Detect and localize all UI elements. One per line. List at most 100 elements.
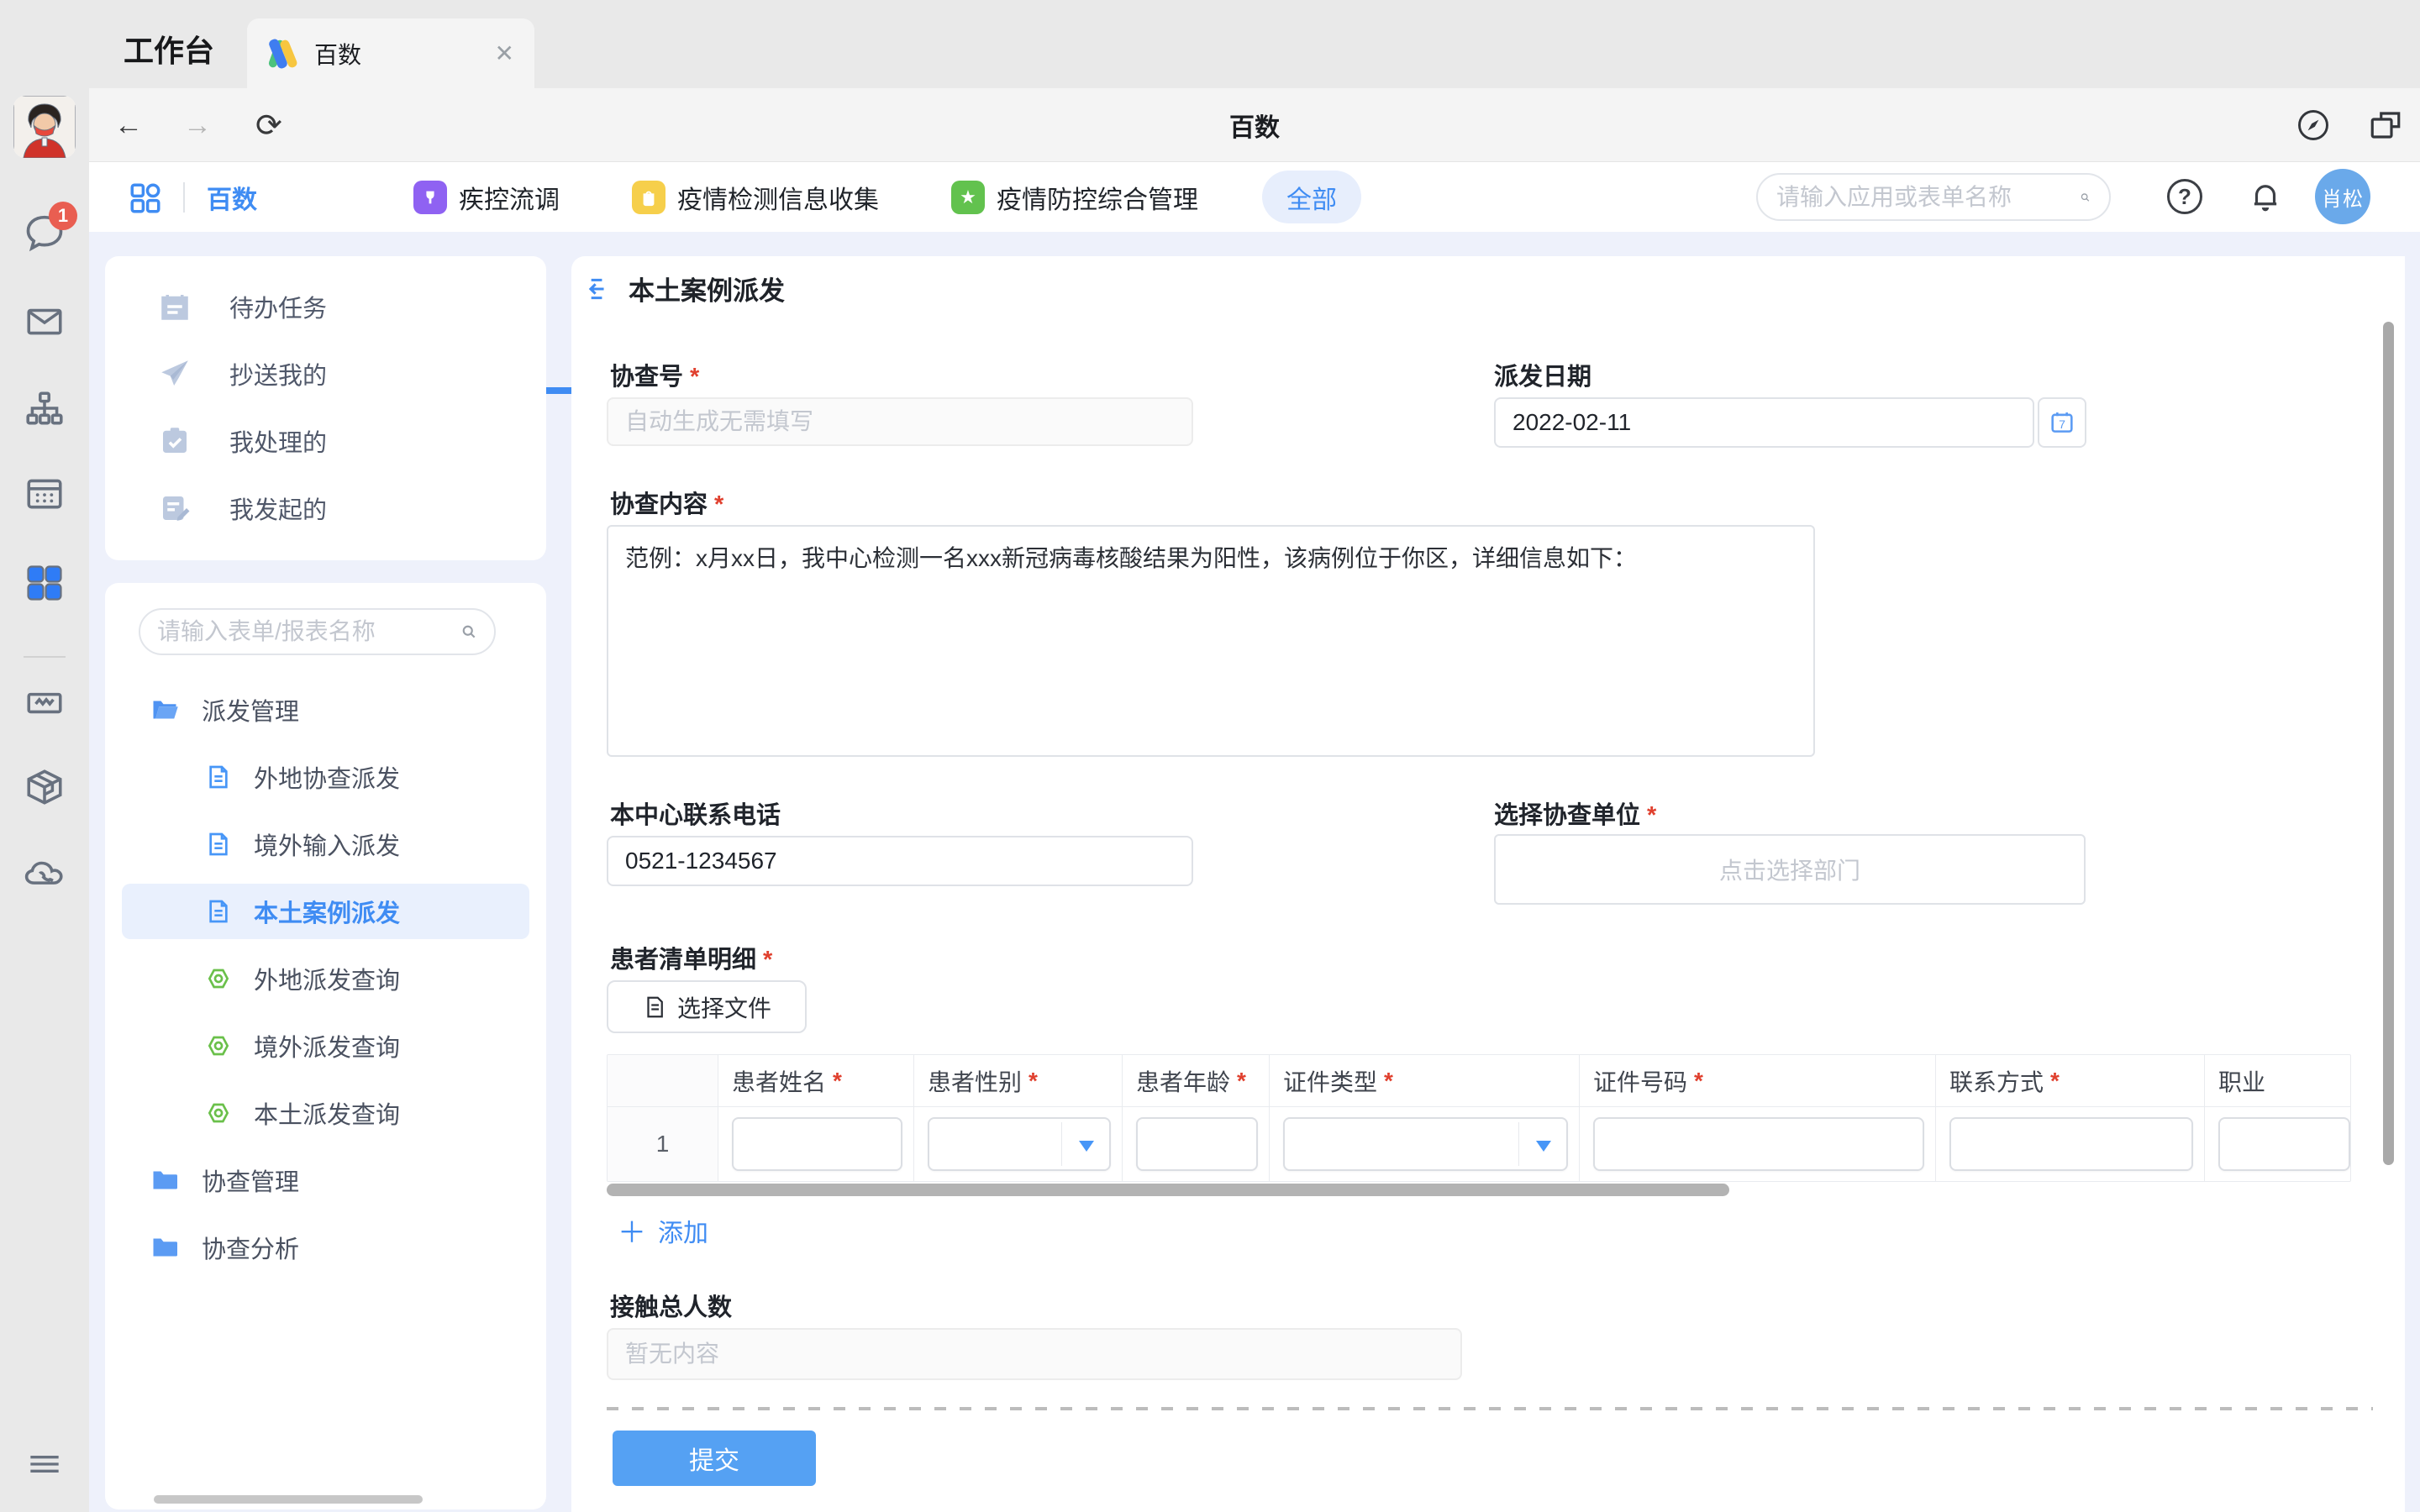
liudiao-app-icon — [413, 181, 447, 214]
app-rail: 1 — [0, 0, 89, 1512]
org-chart-icon[interactable] — [0, 388, 89, 430]
tree-folder-xiecha-mgmt[interactable]: 协查管理 — [122, 1152, 529, 1208]
label-assist-no: 协查号* — [610, 357, 699, 392]
table-horizontal-scrollbar[interactable] — [607, 1184, 1729, 1196]
label-dispatch-date: 派发日期 — [1494, 357, 1591, 392]
form-doc-icon — [205, 831, 232, 858]
todo-calendar-icon — [157, 289, 192, 324]
patient-age-input[interactable] — [1136, 1117, 1258, 1171]
assist-content-textarea[interactable]: 范例：x月xx日，我中心检测一名xxx新冠病毒核酸结果为阳性，该病例位于你区，详… — [607, 525, 1815, 757]
folder-icon — [150, 1165, 180, 1195]
contact-input[interactable] — [1949, 1117, 2193, 1171]
app-nav-row: 百数 疾控流调 疫情检测信息收集 ★ 疫情防控综合管理 全部 ? 肖松 — [89, 162, 2420, 232]
plus-icon: ＋ — [618, 1210, 646, 1251]
tree-folder-paifa[interactable]: 派发管理 — [122, 682, 529, 738]
explore-compass-icon[interactable] — [2295, 88, 2332, 162]
quick-item-label: 待办任务 — [229, 289, 327, 324]
notification-bell-icon[interactable] — [2246, 177, 2285, 216]
browser-toolbar: ← → ⟳ 百数 — [89, 88, 2420, 162]
quick-item-initiated[interactable]: 我发起的 — [105, 475, 546, 542]
dropdown-caret-icon — [1536, 1141, 1551, 1152]
popout-window-icon[interactable] — [2368, 88, 2403, 162]
tab-title: 百数 — [314, 37, 495, 71]
choose-file-button[interactable]: 选择文件 — [607, 980, 807, 1033]
help-icon[interactable]: ? — [2165, 177, 2204, 216]
label-center-phone: 本中心联系电话 — [610, 795, 781, 831]
hamburger-menu-icon[interactable] — [0, 1443, 89, 1485]
calendar-app-icon[interactable] — [0, 472, 89, 514]
assist-unit-picker[interactable]: 点击选择部门 — [1494, 834, 2086, 905]
patient-table-row: 1 — [608, 1107, 2350, 1181]
dispatch-date-input[interactable] — [1494, 397, 2034, 448]
tree-item-waidi-query[interactable]: 外地派发查询 — [122, 951, 529, 1006]
tree-search[interactable] — [139, 608, 496, 655]
tree-item-jingwai-query[interactable]: 境外派发查询 — [122, 1018, 529, 1074]
baishu-logo-icon — [267, 38, 299, 70]
tree-item-bentu-anli[interactable]: 本土案例派发 — [122, 884, 529, 939]
nav-home-baishu[interactable]: 百数 — [207, 162, 257, 232]
apps-grid-icon[interactable] — [128, 181, 163, 216]
doc-pen-icon — [157, 491, 192, 526]
search-icon — [460, 617, 477, 646]
mail-icon[interactable] — [0, 301, 89, 343]
nav-tab-fangkong[interactable]: ★ 疫情防控综合管理 — [951, 162, 1198, 232]
search-icon — [2080, 184, 2091, 211]
form-vertical-scrollbar[interactable] — [2383, 322, 2394, 1165]
browser-tab[interactable]: 百数 ✕ — [247, 18, 534, 88]
form-doc-icon — [205, 764, 232, 790]
submit-button[interactable]: 提交 — [613, 1431, 816, 1486]
quick-item-label: 抄送我的 — [229, 356, 327, 391]
form-panel: 本土案例派发 协查号* 派发日期 7 协查内容* 范例：x月xx日，我中心检测一… — [571, 256, 2405, 1512]
app-search[interactable] — [1756, 173, 2111, 221]
quick-menu-panel: 待办任务 抄送我的 我处理的 我发起的 — [105, 256, 546, 560]
label-assist-content: 协查内容* — [610, 485, 723, 520]
report-hexagon-icon — [205, 1100, 232, 1126]
docs-icon[interactable] — [0, 682, 89, 724]
calendar-picker-icon[interactable]: 7 — [2038, 397, 2086, 448]
assist-no-input[interactable] — [607, 397, 1193, 446]
id-number-input[interactable] — [1593, 1117, 1924, 1171]
tree-item-jingwai-shuru[interactable]: 境外输入派发 — [122, 816, 529, 872]
nav-tab-jiance[interactable]: 疫情检测信息收集 — [632, 162, 879, 232]
cloud-call-icon[interactable] — [0, 852, 89, 897]
contact-total-input[interactable] — [607, 1328, 1462, 1380]
page-title: 百数 — [89, 88, 2420, 162]
nav-tab-liudiao[interactable]: 疾控流调 — [413, 162, 560, 232]
quick-item-todo[interactable]: 待办任务 — [105, 273, 546, 340]
nav-tab-label: 疫情防控综合管理 — [997, 179, 1198, 216]
occupation-input[interactable] — [2218, 1117, 2350, 1171]
patient-gender-select[interactable] — [928, 1117, 1111, 1171]
report-hexagon-icon — [205, 965, 232, 992]
form-doc-icon — [205, 898, 232, 925]
nav-tab-label: 疫情检测信息收集 — [677, 179, 879, 216]
nav-tab-label: 疾控流调 — [459, 179, 560, 216]
collapse-back-icon[interactable] — [587, 275, 615, 303]
patient-table-header: 患者姓名* 患者性别* 患者年龄* 证件类型* 证件号码* 联系方式* 职业 — [608, 1055, 2350, 1107]
user-avatar-badge[interactable]: 肖松 — [2315, 169, 2370, 224]
tree-horizontal-scrollbar[interactable] — [154, 1495, 423, 1504]
patient-name-input[interactable] — [732, 1117, 902, 1171]
id-type-select[interactable] — [1283, 1117, 1568, 1171]
dropdown-caret-icon — [1079, 1141, 1094, 1152]
cube-icon[interactable] — [0, 766, 89, 808]
tree-item-bentu-query[interactable]: 本土派发查询 — [122, 1085, 529, 1141]
tab-close-icon[interactable]: ✕ — [495, 39, 514, 67]
tree-search-input[interactable] — [157, 618, 460, 645]
report-hexagon-icon — [205, 1032, 232, 1059]
quick-item-processed[interactable]: 我处理的 — [105, 407, 546, 475]
add-row-link[interactable]: ＋ 添加 — [618, 1210, 708, 1251]
nav-all-pill[interactable]: 全部 — [1262, 171, 1361, 223]
app-search-input[interactable] — [1776, 184, 2080, 211]
folder-open-icon — [150, 695, 180, 725]
nav-separator — [183, 182, 185, 213]
quick-item-label: 我发起的 — [229, 491, 327, 526]
label-patient-detail: 患者清单明细* — [610, 940, 772, 975]
patient-table: 患者姓名* 患者性别* 患者年龄* 证件类型* 证件号码* 联系方式* 职业 1 — [607, 1054, 2351, 1182]
tree-item-waidi-xiecha[interactable]: 外地协查派发 — [122, 749, 529, 805]
center-phone-input[interactable] — [607, 836, 1193, 886]
user-avatar[interactable] — [13, 96, 76, 158]
tree-folder-xiecha-analysis[interactable]: 协查分析 — [122, 1220, 529, 1275]
workbench-grid-icon[interactable] — [0, 561, 89, 605]
form-tree-panel: 派发管理 外地协查派发 境外输入派发 本土案例派发 外地派发查询 境外派发查询 — [105, 583, 546, 1509]
quick-item-cc[interactable]: 抄送我的 — [105, 340, 546, 407]
